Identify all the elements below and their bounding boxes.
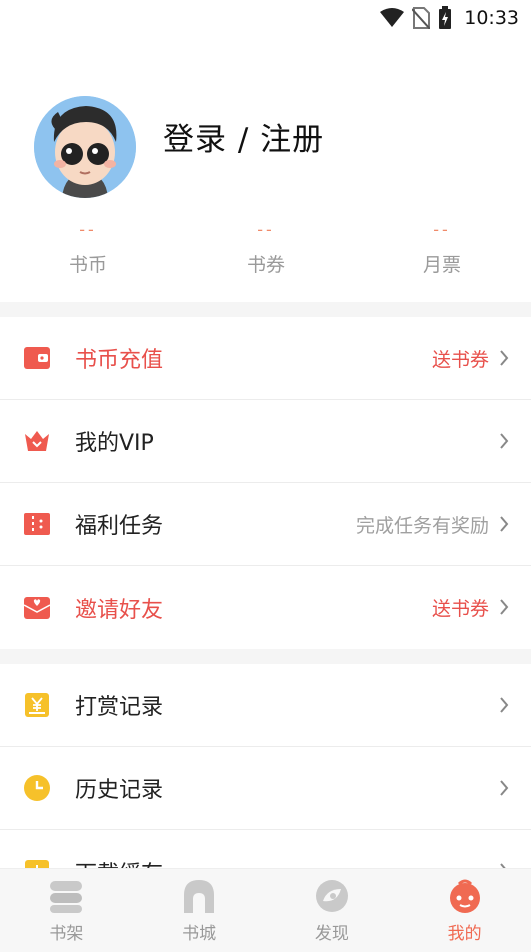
- avatar[interactable]: [34, 96, 136, 198]
- menu-item-label: 我的VIP: [75, 431, 154, 456]
- menu-item-label: 下载缓存: [75, 856, 163, 869]
- yen-box-icon: [24, 692, 50, 718]
- stat-vouchers-value: --: [257, 220, 275, 239]
- menu-item-vip[interactable]: 我的VIP: [0, 400, 531, 483]
- clock-icon: [24, 775, 50, 801]
- menu-item-download-cache[interactable]: 下载缓存: [0, 830, 531, 868]
- status-time: 10:33: [464, 7, 519, 29]
- tab-bookstore[interactable]: 书城: [133, 869, 266, 952]
- menu-item-invite-friends[interactable]: 邀请好友 送书券: [0, 566, 531, 649]
- avatar-cartoon-icon: [34, 96, 136, 198]
- menu-item-label: 历史记录: [75, 778, 164, 803]
- tab-label: 书城: [182, 924, 217, 944]
- menu-item-label: 福利任务: [75, 514, 164, 539]
- no-sim-icon: [412, 7, 431, 29]
- menu-item-label: 邀请好友: [75, 597, 164, 623]
- mine-icon: [449, 879, 480, 913]
- bookshelf-icon: [50, 881, 83, 913]
- stat-monthly-tickets-label: 月票: [422, 254, 461, 276]
- menu-item-recharge[interactable]: 书币充值 送书券: [0, 317, 531, 400]
- menu-item-label: 书币充值: [75, 348, 164, 373]
- wifi-icon: [380, 8, 405, 27]
- chevron-right-icon: [500, 697, 509, 713]
- stat-monthly-tickets[interactable]: -- 月票: [382, 220, 502, 277]
- discover-icon: [315, 880, 348, 912]
- menu-item-extra: 送书券: [431, 598, 489, 620]
- tab-label: 书架: [49, 924, 84, 944]
- stat-vouchers[interactable]: -- 书券: [206, 220, 326, 277]
- download-icon: [24, 859, 50, 868]
- menu-item-history[interactable]: 历史记录: [0, 747, 531, 830]
- stat-coins-label: 书币: [68, 254, 107, 276]
- stat-coins[interactable]: -- 书币: [28, 220, 148, 277]
- chevron-right-icon: [500, 599, 509, 615]
- profile-header: 登录 / 注册 -- 书币 -- 书券 -- 月票: [0, 36, 531, 302]
- account-stats: -- 书币 -- 书券 -- 月票: [0, 220, 531, 290]
- chevron-right-icon: [500, 516, 509, 532]
- menu-group-account: 书币充值 送书券 我的VIP 福利任务 完成任务有奖励 邀请好友 送书券: [0, 317, 531, 649]
- tab-label: 我的: [447, 924, 482, 944]
- stat-vouchers-label: 书券: [246, 254, 285, 276]
- tab-mine[interactable]: 我的: [398, 869, 531, 952]
- crown-icon: [24, 428, 50, 454]
- menu-item-label: 打赏记录: [75, 695, 164, 720]
- menu-group-records: 打赏记录 历史记录 下载缓存: [0, 664, 531, 868]
- menu-item-extra: 完成任务有奖励: [355, 514, 489, 537]
- stat-monthly-tickets-value: --: [433, 220, 451, 239]
- tab-label: 发现: [314, 924, 349, 944]
- wallet-icon: [24, 345, 50, 371]
- battery-charging-icon: [439, 6, 452, 29]
- chevron-right-icon: [500, 780, 509, 796]
- status-bar: 10:33: [0, 0, 531, 36]
- bottom-tab-bar: 书架 书城 发现 我的: [0, 868, 531, 952]
- tab-discover[interactable]: 发现: [266, 869, 399, 952]
- bookstore-icon: [184, 880, 215, 913]
- stat-coins-value: --: [79, 220, 97, 239]
- menu-item-extra: 送书券: [431, 348, 489, 371]
- chevron-right-icon: [500, 350, 509, 366]
- login-register-link[interactable]: 登录 / 注册: [163, 114, 324, 159]
- menu-item-welfare-tasks[interactable]: 福利任务 完成任务有奖励: [0, 483, 531, 566]
- envelope-heart-icon: [24, 595, 50, 621]
- menu-item-reward-records[interactable]: 打赏记录: [0, 664, 531, 747]
- ticket-icon: [24, 511, 50, 537]
- chevron-right-icon: [500, 433, 509, 449]
- tab-bookshelf[interactable]: 书架: [0, 869, 133, 952]
